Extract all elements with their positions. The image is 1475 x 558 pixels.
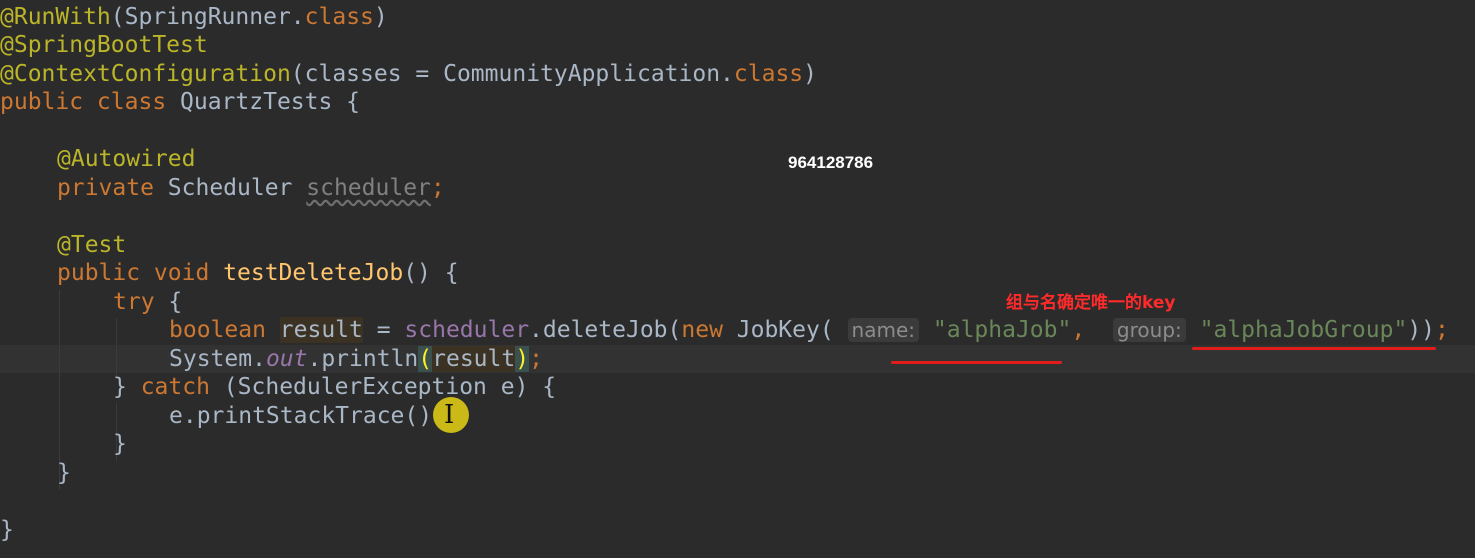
indent-guide — [116, 318, 117, 376]
code-line-4[interactable]: public class QuartzTests { — [0, 88, 360, 116]
code-token: ) — [373, 4, 388, 30]
code-line-9[interactable]: @Test — [57, 231, 126, 259]
keyword-new: new — [681, 317, 737, 343]
code-token: , — [1071, 317, 1086, 343]
field-scheduler: scheduler — [306, 175, 431, 201]
code-line-14[interactable]: } catch (SchedulerException e) { — [113, 373, 556, 401]
code-line-13[interactable]: System.out.println(result); — [169, 345, 543, 373]
matched-paren: ) — [515, 346, 530, 372]
code-token: ; — [430, 175, 445, 201]
code-editor[interactable]: @RunWith(SpringRunner.class) @SpringBoot… — [0, 0, 1475, 558]
code-line-1[interactable]: @RunWith(SpringRunner.class) — [0, 3, 388, 31]
code-line-16[interactable]: } — [113, 430, 127, 458]
class-name: QuartzTests { — [180, 89, 361, 115]
watermark-number: 964128786 — [788, 153, 874, 172]
code-token: ; — [529, 346, 543, 372]
code-token: } — [57, 460, 71, 486]
code-line-15[interactable]: e.printStackTrace() — [169, 402, 432, 430]
code-token: System. — [169, 346, 266, 372]
code-line-6[interactable]: @Autowired — [57, 145, 195, 173]
method-name: testDeleteJob — [223, 260, 404, 286]
red-underline-group — [1192, 347, 1436, 350]
string-literal: "alphaJob" — [932, 317, 1072, 343]
code-token: } — [113, 374, 141, 400]
red-underline-name — [891, 361, 1062, 364]
variable-result: result — [279, 317, 363, 343]
keyword-catch: catch — [140, 374, 210, 400]
constructor-jobkey: JobKey( — [736, 317, 848, 343]
keyword-private: private — [57, 175, 168, 201]
code-token: () { — [403, 260, 459, 286]
code-token: (classes = CommunityApplication. — [290, 61, 734, 87]
keyword-public-void: public void — [57, 260, 224, 286]
method-call: .println — [307, 346, 419, 372]
annotation-test: @Test — [57, 232, 127, 258]
code-line-3[interactable]: @ContextConfiguration(classes = Communit… — [0, 60, 817, 88]
code-line-2[interactable]: @SpringBootTest — [0, 31, 208, 59]
keyword-class: class — [733, 61, 804, 87]
annotation-runwith: @RunWith — [0, 4, 111, 30]
string-literal: "alphaJobGroup" — [1199, 317, 1408, 343]
variable-result: result — [432, 346, 516, 372]
method-call: e.printStackTrace() — [169, 403, 433, 429]
annotation-contextconfiguration: @ContextConfiguration — [0, 61, 291, 87]
matched-paren: ( — [418, 346, 433, 372]
keyword-class: class — [304, 4, 374, 30]
code-line-11[interactable]: try { — [113, 288, 182, 316]
code-token: (SchedulerException e) { — [209, 374, 557, 400]
code-line-12[interactable]: boolean result = scheduler.deleteJob(new… — [169, 316, 1449, 344]
code-line-10[interactable]: public void testDeleteJob() { — [57, 259, 459, 287]
keyword-public-class: public class — [0, 89, 181, 115]
code-token: } — [113, 431, 127, 457]
code-token: ; — [1435, 317, 1449, 343]
code-token: ) — [803, 61, 818, 87]
method-call: .deleteJob( — [529, 317, 682, 343]
code-token: (SpringRunner. — [110, 4, 305, 30]
annotation-autowired: @Autowired — [57, 146, 196, 172]
keyword-try: try — [113, 289, 155, 315]
code-line-17[interactable]: } — [57, 459, 71, 487]
annotation-note: 组与名确定唯一的key — [1006, 293, 1176, 313]
code-line-19[interactable]: } — [0, 516, 14, 544]
param-hint-name: name: — [847, 318, 920, 342]
code-token: )) — [1407, 317, 1436, 343]
annotation-springboottest: @SpringBootTest — [0, 32, 208, 58]
code-token: { — [154, 289, 183, 315]
text-cursor-icon: I — [444, 400, 455, 430]
type-scheduler: Scheduler — [167, 175, 307, 201]
field-scheduler: scheduler — [404, 317, 530, 343]
code-token: } — [0, 517, 14, 543]
keyword-boolean: boolean — [169, 317, 280, 343]
param-hint-group: group: — [1112, 318, 1186, 342]
field-out: out — [265, 346, 308, 372]
code-line-7[interactable]: private Scheduler scheduler; — [57, 174, 445, 202]
code-token: = — [362, 317, 405, 343]
